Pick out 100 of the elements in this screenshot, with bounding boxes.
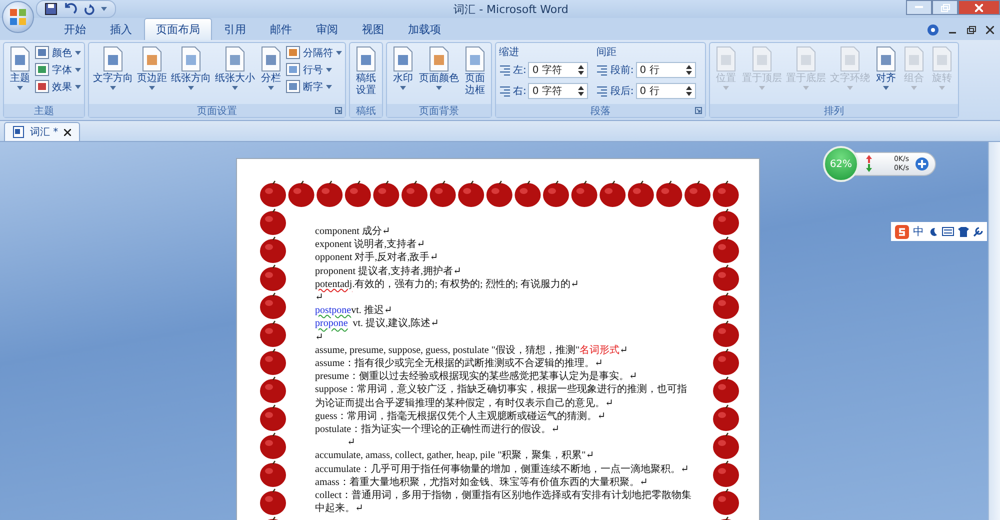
restore-icon[interactable] (967, 26, 976, 34)
ribbon-button[interactable]: 颜色 (35, 45, 81, 60)
ribbon-button[interactable]: 对齐 (872, 45, 899, 102)
close-icon[interactable] (64, 128, 72, 136)
paragraph-text: accumulate：几乎可用于指任何事物量的增加，侧重连续不断地，一点一滴地聚积。↵ (315, 462, 690, 476)
download-arrow-icon (866, 164, 872, 172)
input-mode-label[interactable]: 中 (913, 224, 924, 239)
caret-icon (336, 50, 342, 54)
paragraph-text: amass：着重大量地积聚，尤指对如金钱、珠宝等有价值东西的大量积聚。↵ (315, 476, 649, 490)
close-icon (975, 4, 983, 12)
document-icon (838, 46, 862, 72)
swatch-icon (35, 46, 49, 59)
document-icon (13, 126, 24, 138)
ribbon-tab[interactable]: 页面布局 (144, 18, 212, 40)
swatch-icon (286, 46, 300, 59)
caret-icon (436, 86, 442, 90)
caret-icon (802, 86, 809, 90)
minimize-button[interactable] (906, 0, 932, 15)
ribbon-tab[interactable]: 邮件 (258, 18, 304, 40)
caret-icon (75, 68, 81, 72)
shirt-icon[interactable] (958, 226, 969, 236)
document-icon (427, 46, 451, 72)
caret-icon (758, 86, 765, 90)
caret-icon (268, 86, 274, 90)
ribbon-tab[interactable]: 插入 (98, 18, 144, 40)
caret-icon (188, 86, 194, 90)
ime-logo-icon[interactable] (895, 224, 909, 238)
spinner-arrows-icon (578, 86, 584, 96)
spinner-field[interactable]: 0 字符 (528, 83, 588, 99)
ribbon-button[interactable]: 分隔符 (286, 45, 342, 60)
caret-icon (846, 86, 853, 90)
caret-icon (326, 68, 332, 72)
ribbon-button[interactable]: 水印 (390, 45, 416, 102)
group-label: 段落 (590, 104, 610, 118)
ribbon-button[interactable]: 页面颜色 (418, 45, 460, 102)
field-label: 左: (513, 64, 526, 77)
document-icon (8, 46, 32, 72)
caret-icon (75, 50, 81, 54)
ribbon-tab[interactable]: 开始 (52, 18, 98, 40)
spinner-field[interactable]: 0 行 (636, 62, 696, 78)
vertical-scrollbar[interactable] (988, 142, 1000, 520)
swatch-icon (286, 63, 300, 76)
ribbon-button[interactable]: 断字 (286, 79, 342, 94)
undo-icon[interactable] (63, 3, 77, 15)
swatch-icon (35, 80, 49, 93)
minimize-icon (915, 6, 923, 9)
restore-button[interactable] (932, 0, 958, 15)
paragraph-text: propone vt. 提议,建议,陈述↵ (315, 317, 440, 331)
ribbon-button[interactable]: 字体 (35, 62, 81, 77)
moon-icon[interactable] (928, 226, 938, 236)
ribbon-button[interactable]: 页边距 (136, 45, 168, 102)
ribbon-button[interactable]: 纸张大小 (214, 45, 256, 102)
paragraph-text: presume：侧重以过去经验或根据现实的某些感觉把某事认定为是事实。↵ (315, 370, 638, 384)
ribbon-button[interactable]: 分栏 (258, 45, 284, 102)
ribbon-button[interactable]: 纸张方向 (170, 45, 212, 102)
ribbon-tab[interactable]: 审阅 (304, 18, 350, 40)
ribbon-button[interactable]: 主题 (7, 45, 33, 102)
ribbon-button[interactable]: 页面边框 (462, 45, 488, 102)
redo-icon[interactable] (83, 3, 95, 15)
caret-icon (101, 7, 107, 11)
caret-icon (400, 86, 406, 90)
ribbon-button[interactable]: 行号 (286, 62, 342, 77)
dialog-launcher-icon[interactable] (335, 107, 342, 114)
spacing-icon (596, 85, 608, 97)
save-icon[interactable] (45, 3, 57, 15)
close-icon[interactable] (986, 26, 994, 34)
ribbon-tab[interactable]: 视图 (350, 18, 396, 40)
spinner-field[interactable]: 0 行 (636, 83, 696, 99)
field-label: 右: (513, 85, 526, 98)
section-heading: 缩进 (499, 46, 520, 59)
spinner-field[interactable]: 0 字符 (528, 62, 588, 78)
close-button[interactable] (958, 0, 1000, 15)
paragraph-text: postponevt. 推迟↵ (315, 304, 394, 318)
office-button[interactable] (2, 1, 34, 33)
paragraph-text: assume, presume, suppose, guess, postulate "假设，猜想，推测"名词形式↵ (315, 344, 629, 358)
caret-icon (232, 86, 238, 90)
ribbon-button[interactable]: 文字方向 (92, 45, 134, 102)
ribbon-button[interactable]: 稿纸设置 (353, 45, 379, 102)
group-label: 主题 (34, 104, 54, 118)
caret-icon (149, 86, 155, 90)
caret-icon (722, 86, 729, 90)
paragraph-text: component 成分↵ (315, 225, 392, 238)
spacing-icon (596, 64, 608, 76)
caret-icon (882, 86, 889, 90)
ribbon-button[interactable]: 效果 (35, 79, 81, 94)
ribbon-tab[interactable]: 加载项 (396, 18, 453, 40)
paragraph-text: guess：常用词，指毫无根据仅凭个人主观臆断或碰运气的猜测。↵ (315, 410, 607, 424)
group-label: 页面背景 (419, 104, 459, 118)
wrench-icon[interactable] (973, 226, 983, 236)
field-label: 段后: (610, 84, 634, 98)
document-icon (902, 46, 926, 72)
plus-icon[interactable] (915, 157, 929, 171)
document-icon (463, 46, 487, 72)
document-tab[interactable]: 词汇 * (4, 122, 80, 141)
dialog-launcher-icon[interactable] (694, 107, 702, 114)
caret-icon (75, 84, 81, 88)
ribbon-tab[interactable]: 引用 (212, 18, 258, 40)
document-icon (874, 46, 898, 72)
window-title: 词汇 - Microsoft Word (452, 2, 570, 16)
keyboard-icon[interactable] (942, 227, 954, 236)
